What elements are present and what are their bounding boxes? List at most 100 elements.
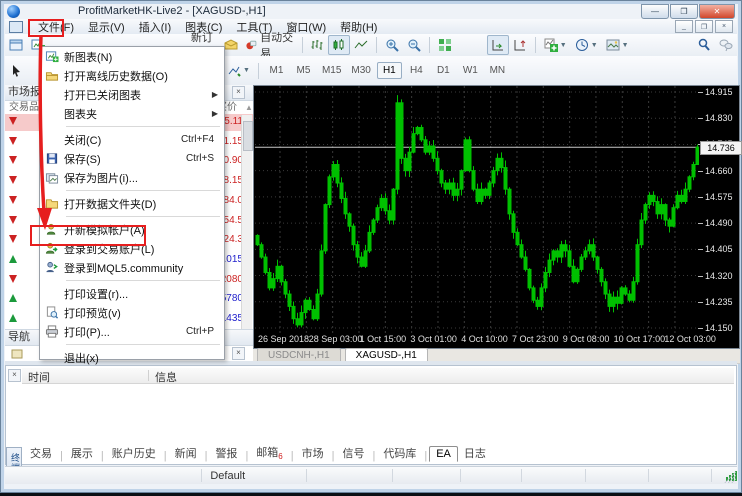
terminal-close-icon[interactable]: × xyxy=(8,369,21,382)
zoom-out-icon[interactable] xyxy=(403,35,425,55)
price-down-icon xyxy=(9,216,17,224)
file-menu-item-10[interactable]: 登录到MQL5.community xyxy=(40,258,224,277)
terminal-tab-3[interactable]: 新闻 xyxy=(169,444,203,462)
time-axis-label: 10 Oct 17:00 xyxy=(614,334,666,344)
chart-mdi-icon xyxy=(9,21,23,33)
file-menu-item-14[interactable]: 退出(x) xyxy=(40,348,224,367)
search-icon[interactable] xyxy=(693,35,715,55)
current-price-tag: 14.736 xyxy=(700,141,742,155)
menu-6[interactable]: 帮助(H) xyxy=(333,18,384,36)
time-axis-label: 3 Oct 01:00 xyxy=(410,334,457,344)
styler-button[interactable]: ▼ xyxy=(223,61,254,81)
timeframe-m15[interactable]: M15 xyxy=(318,62,345,79)
annotation-arrow xyxy=(33,34,63,234)
terminal-tab-bar: 交易|展示|账户历史|新闻|警报|邮箱6|市场|信号|代码库|EA日志 xyxy=(24,446,492,462)
timeframe-w1[interactable]: W1 xyxy=(458,62,483,79)
file-menu-item-label: 新图表(N) xyxy=(64,49,224,65)
shortcut-label: Ctrl+P xyxy=(186,326,224,337)
minimize-button[interactable]: — xyxy=(641,4,669,19)
price-axis-label: 14.915 xyxy=(705,87,739,97)
time-axis-label: 4 Oct 10:00 xyxy=(461,334,508,344)
timeframe-m1[interactable]: M1 xyxy=(264,62,289,79)
terminal-tab-10[interactable]: 日志 xyxy=(458,444,492,462)
terminal-tab-2[interactable]: 账户历史 xyxy=(106,444,162,462)
shortcut-label: Ctrl+F4 xyxy=(181,134,224,145)
timeframe-m5[interactable]: M5 xyxy=(291,62,316,79)
autoscroll-icon[interactable] xyxy=(487,35,509,55)
templates-button[interactable]: ▼ xyxy=(602,35,633,55)
resize-grip[interactable] xyxy=(724,471,736,483)
price-down-icon xyxy=(9,196,17,204)
file-menu-item-label: 打开已关闭图表 xyxy=(64,87,224,103)
terminal-tab-7[interactable]: 信号 xyxy=(336,444,370,462)
new-window-icon[interactable] xyxy=(5,35,27,55)
file-menu-item-4[interactable]: 关闭(C)Ctrl+F4 xyxy=(40,130,224,149)
terminal-tab-6[interactable]: 市场 xyxy=(296,444,330,462)
mdi-restore-button[interactable]: ❐ xyxy=(695,20,713,33)
line-chart-icon[interactable] xyxy=(350,35,372,55)
zoom-in-icon[interactable] xyxy=(381,35,403,55)
sort-icon: ▲ xyxy=(245,101,253,115)
candlestick-chart[interactable] xyxy=(255,86,699,336)
file-menu-item-5[interactable]: 保存(S)Ctrl+S xyxy=(40,149,224,168)
file-menu-item-label: 打印预览(v) xyxy=(64,305,224,321)
file-menu-item-13[interactable]: 打印(P)...Ctrl+P xyxy=(40,322,224,341)
restore-button[interactable]: ❐ xyxy=(670,4,698,19)
terminal-tab-5[interactable]: 邮箱6 xyxy=(250,443,288,462)
menu-1[interactable]: 显示(V) xyxy=(81,18,132,36)
tile-windows-icon[interactable] xyxy=(434,35,456,55)
periods-button[interactable]: ▼ xyxy=(571,35,602,55)
file-menu-item-1[interactable]: 打开离线历史数据(O) xyxy=(40,66,224,85)
file-menu-item-2[interactable]: 打开已关闭图表▶ xyxy=(40,85,224,104)
navigator-close-icon[interactable]: × xyxy=(232,347,245,360)
file-menu-item-0[interactable]: 新图表(N) xyxy=(40,47,224,66)
time-axis-label: 28 Sep 03:00 xyxy=(309,334,363,344)
price-down-icon xyxy=(9,275,17,283)
timeframe-h4[interactable]: H4 xyxy=(404,62,429,79)
file-menu-item-label: 图表夹 xyxy=(64,106,224,122)
price-down-icon xyxy=(9,156,17,164)
time-axis-label: 26 Sep 2018 xyxy=(258,334,309,344)
terminal-tab-4[interactable]: 警报 xyxy=(209,444,243,462)
app-window: ProfitMarketHK-Live2 - [XAGUSD-,H1] — ❐ … xyxy=(0,0,742,493)
file-menu-item-7[interactable]: 打开数据文件夹(D) xyxy=(40,194,224,213)
price-axis-label: 14.830 xyxy=(705,113,739,123)
menu-2[interactable]: 插入(I) xyxy=(132,18,178,36)
indicators-button[interactable]: ▼ xyxy=(540,35,571,55)
terminal-tab-1[interactable]: 展示 xyxy=(65,444,99,462)
candlestick-chart-icon[interactable] xyxy=(328,35,350,55)
terminal-tab-0[interactable]: 交易 xyxy=(24,444,58,462)
blank-icon xyxy=(40,351,64,365)
file-menu-item-3[interactable]: 图表夹▶ xyxy=(40,104,224,123)
price-axis-label: 14.660 xyxy=(705,166,739,176)
chart-shift-icon[interactable] xyxy=(509,35,531,55)
market-watch-close-icon[interactable]: × xyxy=(232,86,245,99)
market-watch-scrollbar[interactable] xyxy=(241,115,252,345)
time-axis-label: 12 Oct 03:00 xyxy=(664,334,716,344)
print-icon xyxy=(40,325,64,339)
terminal-panel: × 时间 信息 终端 交易|展示|账户历史|新闻|警报|邮箱6|市场|信号|代码… xyxy=(5,365,737,465)
timeframe-m30[interactable]: M30 xyxy=(347,62,374,79)
close-button[interactable]: ✕ xyxy=(699,4,735,19)
mdi-close-button[interactable]: × xyxy=(715,20,733,33)
file-menu-item-12[interactable]: 打印预览(v) xyxy=(40,303,224,322)
accounts-tree-icon xyxy=(11,348,23,360)
timeframe-h1[interactable]: H1 xyxy=(377,62,402,79)
file-menu-item-11[interactable]: 打印设置(r)... xyxy=(40,284,224,303)
file-menu-item-label: 打开数据文件夹(D) xyxy=(64,196,224,212)
terminal-tab-ea[interactable]: EA xyxy=(429,446,458,462)
status-bar: Default xyxy=(5,466,737,484)
timeframe-mn[interactable]: MN xyxy=(485,62,510,79)
file-menu-dropdown: 新图表(N)打开离线历史数据(O)打开已关闭图表▶图表夹▶ 关闭(C)Ctrl+F… xyxy=(39,46,225,360)
timeframe-d1[interactable]: D1 xyxy=(431,62,456,79)
profile-cell[interactable]: Default xyxy=(202,469,307,482)
terminal-tab-8[interactable]: 代码库 xyxy=(377,444,422,462)
mdi-minimize-button[interactable]: _ xyxy=(675,20,693,33)
community-chat-icon[interactable] xyxy=(715,35,737,55)
bar-chart-icon[interactable] xyxy=(306,35,328,55)
cursor-icon[interactable] xyxy=(5,61,27,81)
chart-window[interactable]: ▼ XAGUSD-,H1 14.708 14.736 14.702 14.736… xyxy=(253,85,740,349)
autotrade-button[interactable]: 自动交易 xyxy=(242,35,297,55)
file-menu-item-6[interactable]: 保存为图片(i)... xyxy=(40,168,224,187)
print-preview-icon xyxy=(40,306,64,320)
